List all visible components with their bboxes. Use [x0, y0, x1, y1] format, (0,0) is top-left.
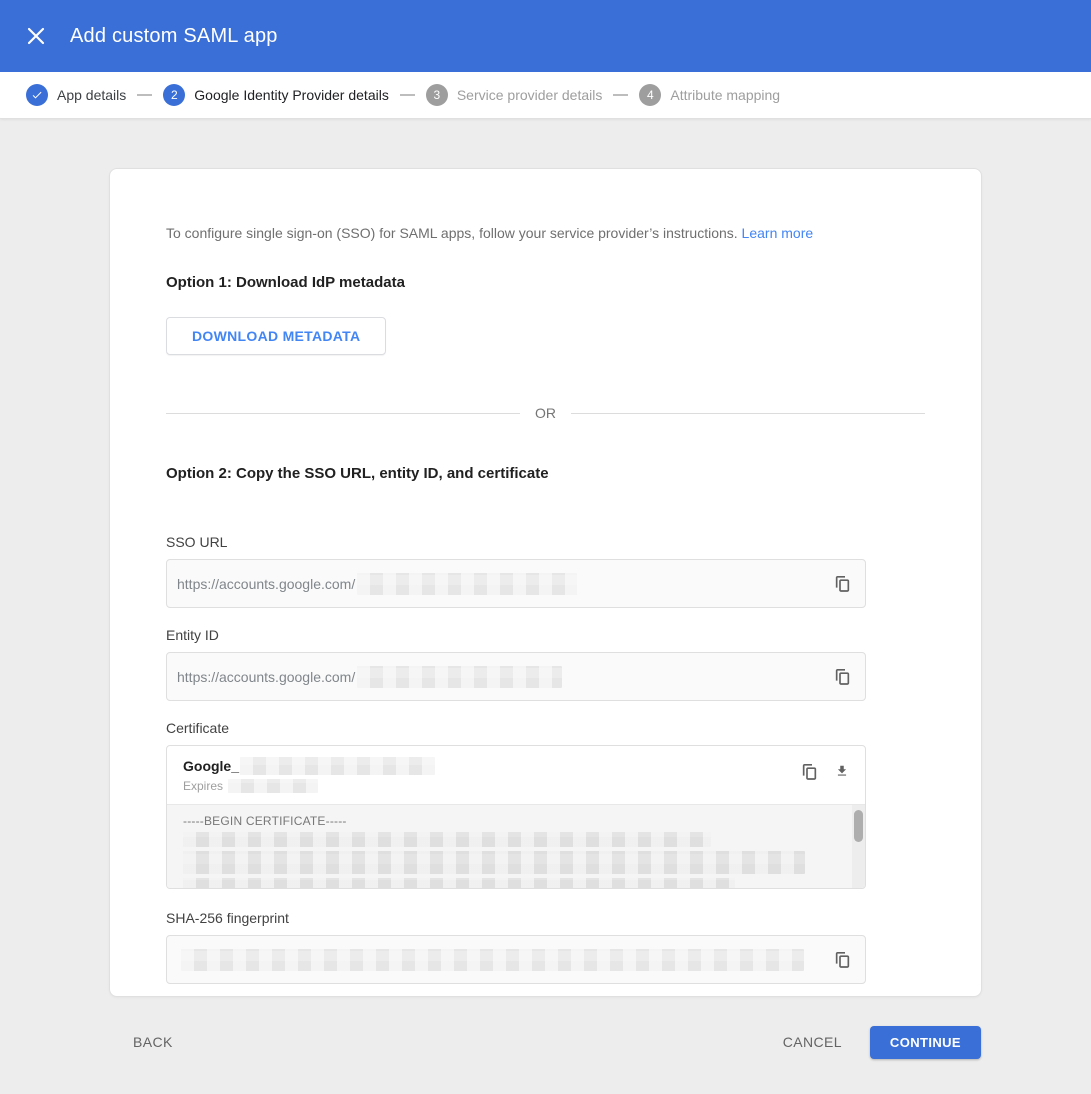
entity-id-value: https://accounts.google.com/	[177, 665, 832, 688]
sha256-fingerprint-value	[177, 948, 832, 971]
dialog-header: Add custom SAML app	[0, 0, 1091, 72]
intro-text-body: To configure single sign-on (SSO) for SA…	[166, 225, 738, 241]
step-google-idp-details[interactable]: 2 Google Identity Provider details	[163, 84, 389, 106]
redacted-value	[183, 878, 735, 888]
redacted-value	[183, 851, 805, 874]
sso-url-value-prefix: https://accounts.google.com/	[177, 575, 356, 592]
stepper: App details 2 Google Identity Provider d…	[0, 72, 1091, 119]
step-connector	[613, 94, 629, 96]
redacted-value	[228, 779, 319, 793]
certificate-expires-label: Expires	[183, 779, 224, 793]
add-custom-saml-app-dialog: Add custom SAML app App details 2 Google…	[0, 0, 1091, 1094]
sso-url-label: SSO URL	[166, 534, 228, 550]
step-connector	[399, 94, 415, 96]
close-icon[interactable]	[24, 24, 48, 48]
option2-heading: Option 2: Copy the SSO URL, entity ID, a…	[166, 465, 549, 482]
dialog-title: Add custom SAML app	[70, 24, 278, 47]
scrollbar-thumb[interactable]	[854, 810, 863, 842]
certificate-field: Google_ Expires -----BEGIN CERTIFICATE--…	[166, 745, 866, 889]
check-icon	[26, 84, 48, 106]
certificate-actions	[799, 757, 852, 804]
step-label: App details	[57, 87, 127, 103]
step-number-badge: 2	[163, 84, 186, 106]
download-metadata-button[interactable]: DOWNLOAD METADATA	[166, 317, 387, 355]
step-attribute-mapping[interactable]: 4 Attribute mapping	[639, 84, 780, 106]
sso-url-field: https://accounts.google.com/	[166, 559, 866, 608]
certificate-header: Google_ Expires	[167, 746, 865, 804]
step-number-badge: 4	[639, 84, 662, 106]
copy-icon[interactable]	[799, 761, 819, 781]
learn-more-link[interactable]: Learn more	[742, 225, 814, 241]
sha256-fingerprint-label: SHA-256 fingerprint	[166, 910, 289, 926]
redacted-value	[357, 665, 563, 688]
step-service-provider-details[interactable]: 3 Service provider details	[425, 84, 603, 106]
step-number-badge: 3	[425, 84, 448, 106]
scrollbar[interactable]	[852, 805, 865, 888]
step-label: Attribute mapping	[670, 87, 781, 103]
option1-heading: Option 1: Download IdP metadata	[166, 274, 405, 291]
step-label: Google Identity Provider details	[194, 87, 389, 103]
redacted-value	[240, 757, 436, 775]
redacted-value	[181, 948, 804, 971]
certificate-name-prefix: Google_	[183, 758, 240, 774]
copy-icon[interactable]	[832, 950, 852, 970]
copy-icon[interactable]	[832, 574, 852, 594]
certificate-identity: Google_ Expires	[183, 757, 436, 804]
certificate-label: Certificate	[166, 720, 230, 736]
main-card: To configure single sign-on (SSO) for SA…	[109, 168, 982, 997]
step-app-details[interactable]: App details	[26, 84, 126, 106]
entity-id-value-prefix: https://accounts.google.com/	[177, 668, 356, 685]
redacted-value	[357, 572, 578, 595]
step-label: Service provider details	[456, 87, 603, 103]
continue-button[interactable]: CONTINUE	[869, 1025, 981, 1059]
or-divider: OR	[166, 405, 925, 421]
divider-line	[166, 412, 520, 414]
copy-icon[interactable]	[832, 667, 852, 687]
step-connector	[137, 94, 153, 96]
divider-label: OR	[535, 405, 556, 421]
certificate-begin-line: -----BEGIN CERTIFICATE-----	[183, 814, 347, 828]
back-button[interactable]: BACK	[121, 1026, 185, 1058]
certificate-content: -----BEGIN CERTIFICATE-----	[167, 804, 865, 888]
cancel-button[interactable]: CANCEL	[771, 1026, 854, 1058]
sha256-fingerprint-field	[166, 935, 866, 984]
dialog-footer: BACK CANCEL CONTINUE	[109, 1022, 981, 1062]
divider-line	[571, 412, 925, 414]
sso-url-value: https://accounts.google.com/	[177, 572, 832, 595]
entity-id-label: Entity ID	[166, 627, 219, 643]
download-icon[interactable]	[832, 761, 852, 781]
intro-text: To configure single sign-on (SSO) for SA…	[166, 223, 925, 243]
redacted-value	[183, 832, 711, 847]
entity-id-field: https://accounts.google.com/	[166, 652, 866, 701]
